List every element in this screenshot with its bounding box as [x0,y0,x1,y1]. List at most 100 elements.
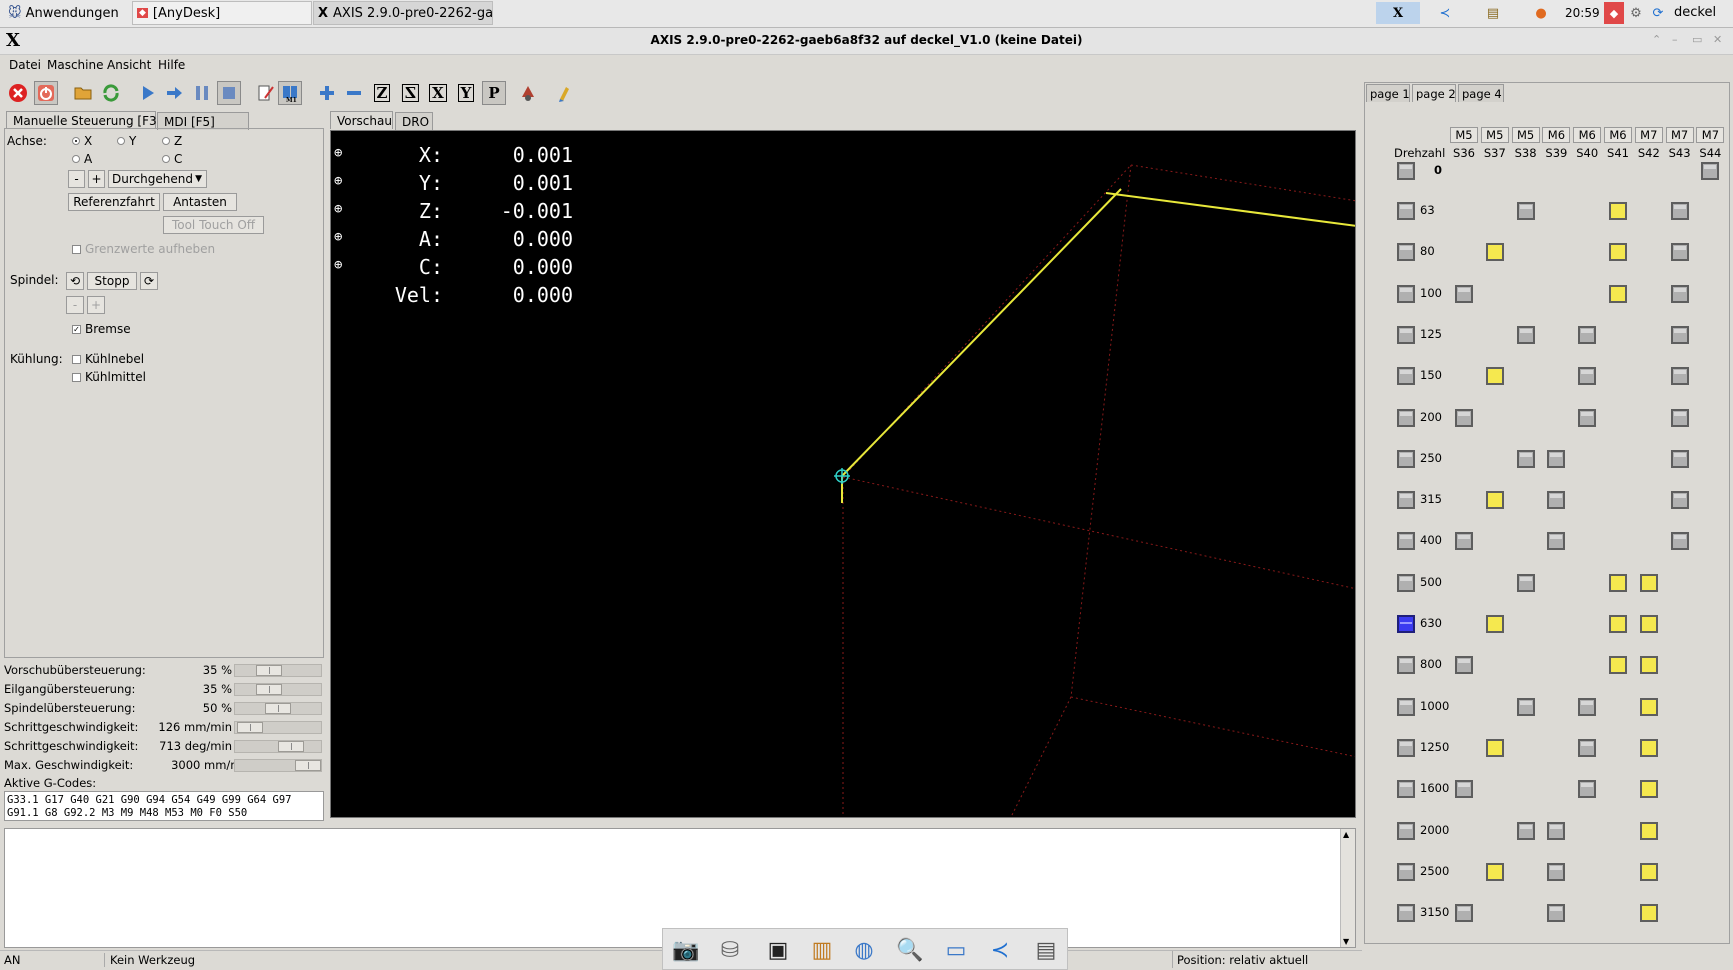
speed-select-button[interactable] [1397,904,1415,923]
speed-select-button[interactable] [1397,449,1415,468]
slider-thumb[interactable] [256,684,282,695]
tab-manual[interactable]: Manuelle Steuerung [F3] [6,111,161,129]
spindle-faster-button[interactable]: + [87,296,105,314]
override-slider[interactable] [234,664,322,677]
stop-icon[interactable] [217,81,241,105]
gear-column-header[interactable]: M5 [1511,127,1540,143]
gear-cell-gray[interactable] [1547,491,1566,510]
console-scrollbar[interactable]: ▲ ▼ [1340,829,1355,947]
view-y-icon[interactable]: Y [454,81,478,105]
brake-checkbox[interactable]: ✓ Bremse [72,322,131,336]
gear-cell-gray[interactable] [1455,780,1473,799]
speed-select-button[interactable] [1397,325,1415,344]
gear-cell-gray[interactable] [1670,491,1689,510]
view-p-icon[interactable]: P [482,81,506,105]
slider-thumb[interactable] [265,703,291,714]
window-shade-icon[interactable]: ⌃ [1652,33,1661,46]
screenshot-icon[interactable]: 📷 [670,934,702,966]
apps-menu-button[interactable]: 🐭 Anwendungen [4,1,128,25]
speed-select-button[interactable] [1397,573,1415,592]
window-minimize-icon[interactable]: – [1672,33,1678,46]
mist-checkbox[interactable]: Kühlnebel [72,352,144,366]
axis-radio-z[interactable]: Z [162,134,182,148]
gear-cell-gray[interactable] [1670,202,1689,220]
search-icon[interactable]: 🔍 [894,934,926,966]
jog-minus-button[interactable]: - [68,170,85,188]
home-button[interactable]: Referenzfahrt [68,193,160,211]
speed-select-button[interactable] [1397,821,1415,840]
gear-cell-gray[interactable] [1701,162,1720,180]
gear-cell-gray[interactable] [1516,202,1535,220]
tab-dro[interactable]: DRO [395,112,433,130]
terminal-icon[interactable]: ▣ [762,934,794,966]
gear-cell-gray[interactable] [1670,532,1689,551]
override-slider[interactable] [234,702,322,715]
pause-icon[interactable] [190,81,214,105]
gear-column-header[interactable]: M6 [1542,127,1571,143]
gear-cell-gray[interactable] [1516,573,1535,592]
speed-select-button[interactable] [1397,656,1415,675]
gear-cell-gray[interactable] [1670,449,1689,468]
speed-select-button[interactable] [1397,780,1415,799]
firefox-tray-icon[interactable]: ● [1528,2,1554,24]
menu-datei[interactable]: Datei [9,58,41,72]
gear-column-header[interactable]: M7 [1696,127,1725,143]
spindle-slower-button[interactable]: - [66,296,84,314]
gear-cell-gray[interactable] [1455,408,1473,427]
gear-cell-gray[interactable] [1516,325,1535,344]
notes-icon[interactable]: ▤ [1030,934,1062,966]
zoom-in-icon[interactable] [315,81,339,105]
scroll-down-icon[interactable]: ▼ [1343,937,1349,946]
slider-thumb[interactable] [295,760,321,771]
preview-canvas[interactable]: ⊕ X: 0.001 ⊕ Y: 0.001 ⊕ Z: -0.001 ⊕ A: 0.000 ⊕ C: 0.00… [330,130,1356,818]
estop-icon[interactable] [6,81,30,105]
task-anydesk[interactable]: ◆ [AnyDesk] [132,1,312,25]
gear-tab-page-4[interactable]: page 4 [1458,84,1504,102]
override-slider[interactable] [234,721,322,734]
gear-cell-gray[interactable] [1670,408,1689,427]
speed-select-button[interactable] [1397,367,1415,386]
speed-select-button[interactable] [1397,162,1415,180]
gear-tab-page-1[interactable]: page 1 [1366,84,1410,102]
gear-cell-gray[interactable] [1547,449,1566,468]
clipboard-tray-icon[interactable]: ▤ [1480,2,1506,24]
speed-select-button[interactable] [1397,738,1415,757]
gear-cell-gray[interactable] [1578,738,1597,757]
gear-column-header[interactable]: M5 [1450,127,1478,143]
axis-radio-c[interactable]: C [162,152,182,166]
gear-cell-gray[interactable] [1578,408,1597,427]
gear-column-header[interactable]: M7 [1665,127,1694,143]
speed-select-button[interactable] [1397,243,1415,262]
speed-select-button[interactable] [1397,491,1415,510]
spindle-cw-icon[interactable]: ⟳ [140,272,158,290]
zoom-out-icon[interactable] [342,81,366,105]
tool-touch-off-button[interactable]: Tool Touch Off [163,216,264,234]
gear-tab-page-2[interactable]: page 2 [1412,84,1456,102]
speed-select-button[interactable] [1397,697,1415,716]
speed-select-button[interactable] [1397,202,1415,220]
gear-column-header[interactable]: M5 [1480,127,1509,143]
slider-thumb[interactable] [237,722,263,733]
jog-mode-select[interactable]: Durchgehend ▼ [108,170,207,188]
speed-select-button[interactable] [1397,532,1415,551]
gear-column-header[interactable]: M6 [1573,127,1602,143]
window-close-icon[interactable]: ✕ [1713,33,1722,46]
tab-preview[interactable]: Vorschau [330,111,393,129]
override-slider[interactable] [234,683,322,696]
task-axis[interactable]: X AXIS 2.9.0-pre0-2262-ga... [313,1,493,25]
flood-checkbox[interactable]: Kühlmittel [72,370,146,384]
gear-cell-gray[interactable] [1670,325,1689,344]
gear-cell-gray[interactable] [1455,284,1473,303]
vscode-icon[interactable]: ≺ [984,934,1016,966]
gear-cell-gray[interactable] [1578,367,1597,386]
browser-icon[interactable]: ◍ [848,934,880,966]
gear-cell-gray[interactable] [1516,821,1535,840]
axis-radio-x[interactable]: X [72,134,92,148]
gear-cell-gray[interactable] [1578,697,1597,716]
gear-cell-gray[interactable] [1547,862,1566,881]
reload-icon[interactable] [99,81,123,105]
speed-select-button[interactable] [1397,862,1415,881]
update-tray-icon[interactable]: ⟳ [1648,2,1668,24]
vscode-tray-icon[interactable]: ≺ [1432,2,1458,24]
gear-cell-gray[interactable] [1578,325,1597,344]
